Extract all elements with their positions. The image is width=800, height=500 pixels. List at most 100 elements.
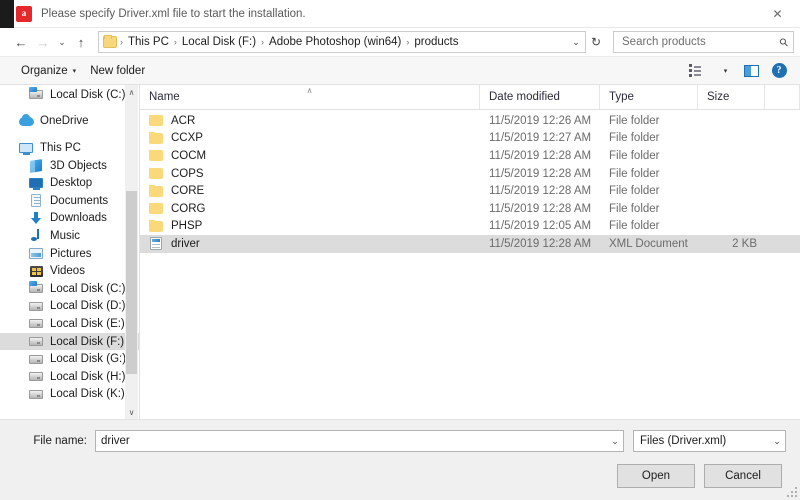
organize-button[interactable]: Organize ▾	[14, 62, 83, 80]
table-row[interactable]: PHSP 11/5/2019 12:05 AM File folder	[140, 218, 800, 236]
cancel-button[interactable]: Cancel	[704, 464, 782, 488]
file-name-label: COCM	[171, 149, 207, 162]
drive-icon	[28, 334, 44, 350]
dialog-buttons: Open Cancel	[14, 464, 786, 488]
sidebar-item-this-pc[interactable]: This PC	[0, 139, 140, 157]
resize-grip[interactable]	[785, 485, 797, 497]
recent-locations-icon[interactable]: ⌄	[54, 31, 70, 53]
table-row[interactable]: ACR 11/5/2019 12:26 AM File folder	[140, 112, 800, 130]
search-input[interactable]: Search products ⚲	[613, 31, 794, 53]
sidebar-item-pictures[interactable]: Pictures	[0, 245, 140, 263]
sidebar-item-label: OneDrive	[40, 115, 89, 128]
drive-icon-glyph	[29, 354, 43, 364]
folder-icon	[103, 35, 117, 48]
filename-input[interactable]: driver ⌄	[95, 430, 624, 452]
sidebar-item-local-disk-f[interactable]: Local Disk (F:)	[0, 332, 140, 351]
file-name-label: CORG	[171, 202, 206, 215]
column-header-name[interactable]: ∧ Name	[140, 85, 480, 109]
drive-icon-glyph	[29, 301, 43, 311]
desktop-icon-glyph	[29, 178, 43, 191]
scroll-up-icon[interactable]: ∧	[125, 85, 138, 99]
help-icon[interactable]: ?	[766, 60, 792, 82]
table-row[interactable]: CCXP 11/5/2019 12:27 AM File folder	[140, 130, 800, 148]
breadcrumb-item-products[interactable]: products	[410, 35, 462, 49]
column-header-size[interactable]: Size	[698, 85, 765, 109]
chevron-down-icon[interactable]: ⌄	[569, 37, 583, 48]
preview-pane-glyph	[743, 64, 759, 77]
view-options-chevron-down-icon[interactable]: ▾	[710, 60, 736, 82]
xml-document-icon	[150, 237, 162, 251]
column-header-date-modified[interactable]: Date modified	[480, 85, 600, 109]
breadcrumb-item-this-pc[interactable]: This PC	[124, 35, 173, 49]
up-icon[interactable]: ↑	[70, 31, 92, 53]
sidebar-item-label: Downloads	[50, 212, 107, 225]
sidebar-item-local-disk-d[interactable]: Local Disk (D:)	[0, 298, 140, 316]
sidebar-item-label: Local Disk (E:)	[50, 317, 125, 330]
back-icon[interactable]: ←	[10, 31, 32, 53]
new-folder-button[interactable]: New folder	[83, 62, 152, 80]
list-view-icon[interactable]	[682, 60, 708, 82]
navigation-scrollbar[interactable]: ∧ ∨	[125, 85, 138, 419]
sidebar-item-local-disk-c[interactable]: Local Disk (C:)	[0, 86, 140, 104]
videos-icon-glyph	[29, 265, 43, 277]
cloud-icon	[18, 113, 34, 129]
sidebar-item-local-disk-g[interactable]: Local Disk (G:)	[0, 350, 140, 368]
table-row[interactable]: CORG 11/5/2019 12:28 AM File folder	[140, 200, 800, 218]
open-button[interactable]: Open	[617, 464, 695, 488]
sidebar-item-local-disk-k[interactable]: Local Disk (K:)	[0, 386, 140, 404]
file-type-cell: File folder	[609, 202, 660, 215]
toolbar-right-group: ▾ ?	[682, 60, 792, 82]
column-header-type[interactable]: Type	[600, 85, 698, 109]
sidebar-item-label: Pictures	[50, 247, 92, 260]
scrollbar-track[interactable]	[125, 99, 138, 405]
scrollbar-thumb[interactable]	[126, 190, 137, 375]
close-icon[interactable]: ✕	[755, 0, 800, 28]
chevron-down-icon: ▾	[72, 67, 77, 75]
table-row[interactable]: CORE 11/5/2019 12:28 AM File folder	[140, 182, 800, 200]
pane-divider[interactable]	[139, 85, 140, 419]
file-size-cell: 2 KB	[732, 237, 757, 250]
drive-icon-glyph	[29, 337, 43, 347]
sidebar-item-label: Documents	[50, 194, 109, 207]
sidebar-item-3d-objects[interactable]: 3D Objects	[0, 157, 140, 175]
refresh-icon[interactable]: ↻	[586, 31, 606, 53]
sidebar-item-local-disk-c[interactable]: Local Disk (C:)	[0, 280, 140, 298]
table-row[interactable]: COPS 11/5/2019 12:28 AM File folder	[140, 165, 800, 183]
breadcrumb[interactable]: › This PC › Local Disk (F:) › Adobe Phot…	[98, 31, 586, 53]
table-row[interactable]: driver 11/5/2019 12:28 AM XML Document 2 KB	[140, 235, 800, 253]
drive-system-icon-glyph	[29, 87, 43, 100]
music-icon	[28, 228, 44, 244]
file-name-cell: ACR	[140, 114, 480, 127]
sidebar-item-local-disk-h[interactable]: Local Disk (H:)	[0, 368, 140, 386]
filetype-select[interactable]: Files (Driver.xml) ⌄	[633, 430, 786, 452]
file-name-label: PHSP	[171, 220, 203, 233]
chevron-down-icon[interactable]: ⌄	[607, 436, 623, 447]
search-placeholder: Search products	[622, 36, 706, 48]
sidebar-item-videos[interactable]: Videos	[0, 262, 140, 280]
sidebar-item-desktop[interactable]: Desktop	[0, 174, 140, 192]
preview-pane-icon[interactable]	[738, 60, 764, 82]
organize-label: Organize	[21, 64, 68, 77]
sidebar-item-local-disk-e[interactable]: Local Disk (E:)	[0, 315, 140, 333]
sidebar-item-documents[interactable]: Documents	[0, 192, 140, 210]
chevron-down-icon[interactable]: ⌄	[769, 436, 785, 447]
column-header-extra[interactable]	[765, 85, 800, 109]
scroll-down-icon[interactable]: ∨	[125, 405, 138, 419]
3d-objects-icon-glyph	[30, 158, 42, 173]
folder-icon	[149, 202, 163, 215]
file-name-cell: COPS	[140, 167, 480, 180]
table-row[interactable]: COCM 11/5/2019 12:28 AM File folder	[140, 147, 800, 165]
file-type-cell: File folder	[609, 132, 660, 145]
sidebar-item-downloads[interactable]: Downloads	[0, 210, 140, 228]
sidebar-item-music[interactable]: Music	[0, 227, 140, 245]
sidebar-item-label: Local Disk (C:)	[50, 282, 126, 295]
cloud-icon-glyph	[18, 113, 34, 126]
file-date-cell: 11/5/2019 12:28 AM	[489, 167, 592, 180]
folder-icon	[149, 114, 163, 127]
file-name-label: CORE	[171, 185, 205, 198]
adobe-icon: a	[16, 5, 32, 22]
breadcrumb-item-local-disk-f[interactable]: Local Disk (F:)	[178, 35, 260, 49]
file-name-cell: COCM	[140, 149, 480, 162]
breadcrumb-item-adobe-photoshop[interactable]: Adobe Photoshop (win64)	[265, 35, 405, 49]
sidebar-item-onedrive[interactable]: OneDrive	[0, 113, 140, 131]
